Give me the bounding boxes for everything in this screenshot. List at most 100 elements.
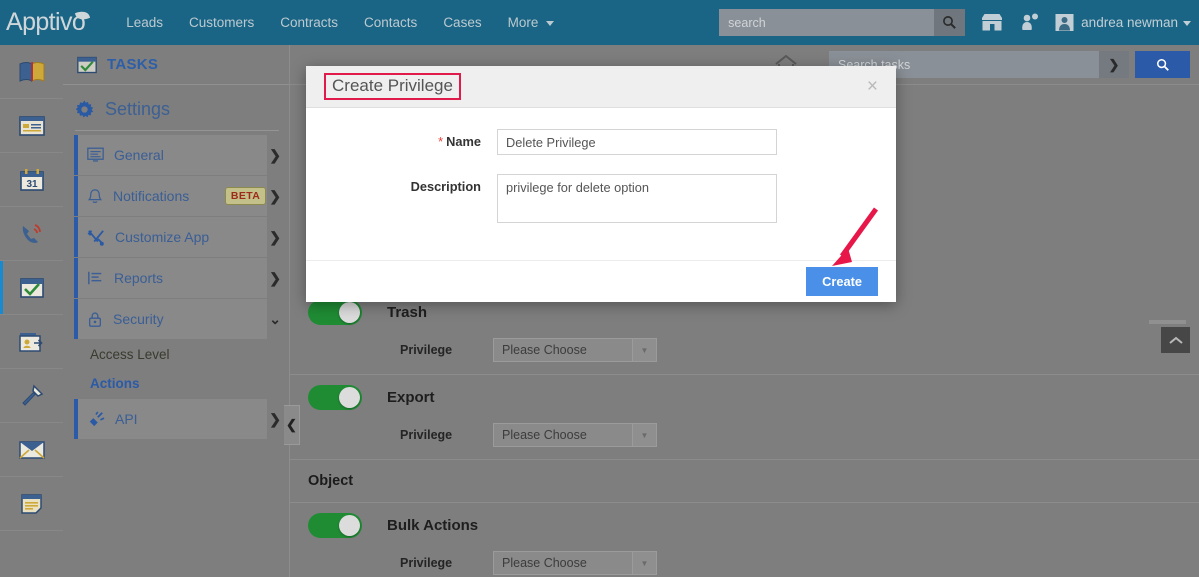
chevron-down-icon: ⌄: [269, 310, 281, 327]
description-field-label: Description: [410, 179, 481, 194]
scroll-to-top-button[interactable]: [1161, 327, 1190, 353]
nav-item-customers-label: Customers: [188, 15, 255, 30]
scrollbar-track[interactable]: [1149, 320, 1186, 324]
toggle-knob: [339, 387, 360, 408]
nav-item-leads-label: Leads: [126, 15, 163, 30]
toggle-export[interactable]: [308, 385, 362, 410]
sidebar-item-general[interactable]: General ❯: [74, 135, 281, 175]
user-presence-icon[interactable]: [1019, 13, 1039, 33]
sidebar-item-security[interactable]: Security ⌄: [74, 299, 281, 339]
settings-title: Settings: [63, 85, 289, 130]
contact-export-icon: [18, 332, 43, 352]
rail-item-news-card[interactable]: [0, 99, 63, 153]
sidebar-item-general-label: General: [114, 147, 164, 163]
app-title-header: TASKS: [63, 45, 289, 85]
book-icon: [19, 61, 44, 82]
chevron-left-icon: ❮: [286, 417, 297, 432]
permission-title: Export: [387, 389, 435, 406]
nav-item-cases[interactable]: Cases: [430, 15, 494, 30]
permission-privilege-row: Privilege Please Choose ▼: [290, 551, 1199, 575]
permission-row-trash: Trash Privilege Please Choose ▼: [290, 290, 1199, 375]
modal-title: Create Privilege: [332, 76, 453, 95]
top-header-bar: Apptivo Leads Customers Contracts Contac…: [0, 0, 1199, 45]
brand-logo-text: Apptivo: [6, 8, 86, 36]
nav-item-leads[interactable]: Leads: [113, 15, 176, 30]
privilege-label: Privilege: [400, 343, 453, 357]
store-icon[interactable]: [981, 13, 1003, 32]
sidebar-item-reports[interactable]: Reports ❯: [74, 258, 281, 298]
chevron-down-icon[interactable]: ▼: [633, 338, 657, 362]
chevron-right-icon: ❯: [269, 146, 281, 163]
sidebar-collapse-handle[interactable]: ❮: [284, 405, 300, 445]
task-search-filter-dropdown[interactable]: ❯: [1099, 51, 1129, 78]
privilege-label: Privilege: [400, 556, 453, 570]
rail-item-phone[interactable]: [0, 207, 63, 261]
sidebar-subitem-access-level[interactable]: Access Level: [63, 340, 289, 369]
rail-item-notes[interactable]: [0, 477, 63, 531]
nav-item-cases-label: Cases: [443, 15, 482, 30]
svg-text:31: 31: [26, 179, 38, 190]
nav-item-contacts-label: Contacts: [364, 15, 418, 30]
close-icon[interactable]: ×: [867, 77, 878, 96]
app-title-label: TASKS: [107, 56, 159, 73]
sidebar-item-api-label: API: [115, 411, 138, 427]
create-button[interactable]: Create: [806, 266, 878, 296]
name-field-label: * Name: [438, 134, 481, 149]
rail-item-mail[interactable]: [0, 423, 63, 477]
user-menu-label: andrea newman: [1081, 15, 1191, 30]
user-menu[interactable]: andrea newman: [1055, 13, 1191, 32]
nav-item-customers[interactable]: Customers: [176, 15, 267, 30]
sidebar-item-customize-app[interactable]: Customize App ❯: [74, 217, 281, 257]
privilege-select-bulk-actions[interactable]: Please Choose ▼: [493, 551, 657, 575]
tasks-check-icon: [19, 277, 44, 298]
rail-item-calendar[interactable]: 31: [0, 153, 63, 207]
toggle-bulk-actions[interactable]: [308, 513, 362, 538]
privilege-select-export[interactable]: Please Choose ▼: [493, 423, 657, 447]
bell-icon: [87, 188, 103, 203]
rail-item-contact-export[interactable]: [0, 315, 63, 369]
modal-header: Create Privilege ×: [306, 66, 896, 108]
permission-privilege-row: Privilege Please Choose ▼: [290, 423, 1199, 447]
chevron-down-icon[interactable]: ▼: [633, 423, 657, 447]
caret-down-icon: [546, 20, 555, 26]
global-search-input[interactable]: [719, 9, 935, 36]
brand-logo[interactable]: Apptivo: [6, 8, 91, 37]
nav-item-contacts[interactable]: Contacts: [351, 15, 430, 30]
sidebar-item-notifications-label: Notifications: [113, 188, 190, 204]
nav-item-contracts[interactable]: Contracts: [267, 15, 351, 30]
task-search-submit-button[interactable]: [1135, 51, 1190, 78]
privilege-select-trash[interactable]: Please Choose ▼: [493, 338, 657, 362]
rail-item-book[interactable]: [0, 45, 63, 99]
chevron-down-icon[interactable]: ▼: [633, 551, 657, 575]
settings-title-label: Settings: [105, 99, 171, 119]
name-field[interactable]: [497, 129, 777, 155]
permission-title: Bulk Actions: [387, 517, 479, 534]
nav-item-more[interactable]: More: [495, 15, 568, 30]
rail-item-tasks[interactable]: [0, 261, 63, 315]
sidebar-item-notifications[interactable]: Notifications BETA ❯: [74, 176, 281, 216]
toggle-trash[interactable]: [308, 300, 362, 325]
header-right-cluster: andrea newman: [719, 9, 1191, 36]
privilege-select-value: Please Choose: [493, 551, 633, 575]
status-badge-beta: BETA: [224, 187, 267, 205]
global-search-button[interactable]: [934, 9, 966, 36]
rail-item-pin[interactable]: [0, 369, 63, 423]
envelope-icon: [18, 440, 45, 459]
modal-body: *Name Description: [306, 108, 896, 260]
report-icon: [88, 271, 102, 285]
permission-row-bulk-actions: Bulk Actions Privilege Please Choose ▼: [290, 503, 1199, 577]
modal-title-highlight: Create Privilege: [324, 73, 461, 100]
permission-row-header: Bulk Actions: [290, 513, 1199, 538]
permission-row-header: Trash: [290, 300, 1199, 325]
tools-icon: [87, 229, 104, 246]
pin-icon: [21, 383, 43, 406]
search-icon: [1156, 58, 1169, 71]
top-nav: Leads Customers Contracts Contacts Cases…: [113, 15, 567, 30]
description-field[interactable]: [497, 174, 777, 223]
permission-row-header: Export: [290, 385, 1199, 410]
sidebar-subitem-access-level-label: Access Level: [90, 347, 170, 362]
chevron-right-icon: ❯: [269, 410, 281, 427]
privilege-select-value: Please Choose: [493, 338, 633, 362]
sidebar-item-api[interactable]: API ❯: [74, 399, 281, 439]
sidebar-subitem-actions[interactable]: Actions: [63, 369, 289, 398]
